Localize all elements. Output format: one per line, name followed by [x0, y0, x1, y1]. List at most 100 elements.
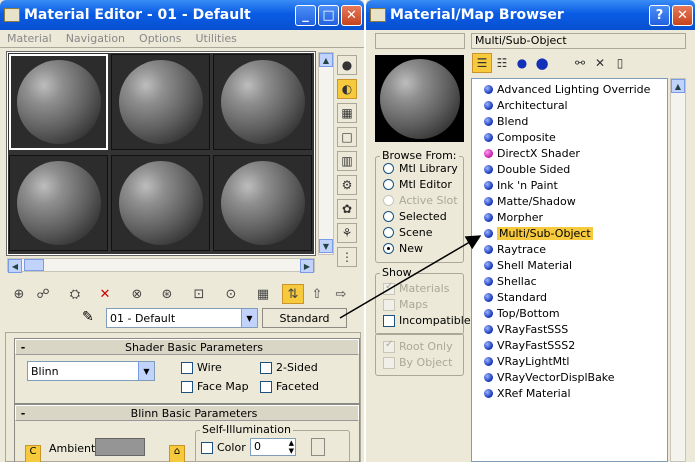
- show-end-result-icon[interactable]: ⇅: [282, 284, 304, 304]
- material-type-button[interactable]: Standard: [262, 308, 347, 328]
- list-item[interactable]: Standard: [472, 289, 667, 305]
- faceted-checkbox[interactable]: Faceted: [260, 380, 319, 393]
- delete-from-library-icon[interactable]: ✕: [590, 53, 610, 73]
- sample-slot[interactable]: [213, 155, 312, 251]
- browse-from-radio-mtl-editor[interactable]: Mtl Editor: [383, 178, 452, 191]
- slots-vertical-scrollbar[interactable]: ▲ ▼: [318, 52, 334, 255]
- self-illum-spinner[interactable]: 0 ▲ ▼: [250, 438, 296, 456]
- list-item[interactable]: Double Sided: [472, 161, 667, 177]
- close-icon[interactable]: ✕: [341, 4, 362, 26]
- make-unique-icon[interactable]: ⊛: [156, 284, 178, 304]
- scroll-up-icon[interactable]: ▲: [671, 79, 685, 93]
- go-forward-to-sibling-icon[interactable]: ⇨: [330, 284, 352, 304]
- menu-item-material[interactable]: Material: [7, 32, 52, 45]
- self-illum-map-button[interactable]: [311, 438, 325, 456]
- show-map-in-viewport-icon[interactable]: ▦: [252, 284, 274, 304]
- sample-slot[interactable]: [9, 155, 108, 251]
- put-to-scene-icon[interactable]: ☍: [32, 284, 54, 304]
- minimize-icon[interactable]: _: [295, 4, 316, 26]
- pick-material-eyedropper-icon[interactable]: ✎: [82, 309, 94, 325]
- lock-ambient-icon[interactable]: C: [25, 445, 41, 462]
- rollout-header[interactable]: - Blinn Basic Parameters: [15, 405, 359, 421]
- view-list-icons-icon[interactable]: ☷: [492, 53, 512, 73]
- two-sided-checkbox[interactable]: 2-Sided: [260, 361, 318, 374]
- assign-material-icon[interactable]: ⛭: [64, 284, 86, 304]
- rollout-header[interactable]: - Shader Basic Parameters: [15, 339, 359, 355]
- material-effects-channel-icon[interactable]: ⊙: [220, 284, 242, 304]
- lock-icon[interactable]: ⌂: [169, 445, 185, 462]
- list-item[interactable]: Blend: [472, 113, 667, 129]
- help-icon[interactable]: ?: [649, 4, 670, 26]
- scroll-thumb[interactable]: [24, 259, 44, 271]
- make-preview-icon[interactable]: ⚙: [337, 175, 357, 195]
- options-icon[interactable]: ✿: [337, 199, 357, 219]
- list-item[interactable]: VRayFastSSS: [472, 321, 667, 337]
- menu-item-utilities[interactable]: Utilities: [195, 32, 236, 45]
- sample-slot[interactable]: [111, 155, 210, 251]
- make-copy-icon[interactable]: ⊗: [126, 284, 148, 304]
- browse-from-radio-mtl-library[interactable]: Mtl Library: [383, 162, 458, 175]
- browse-from-radio-scene[interactable]: Scene: [383, 226, 433, 239]
- view-list-icon[interactable]: ☰: [472, 53, 492, 73]
- list-item[interactable]: VRayVectorDisplBake: [472, 369, 667, 385]
- show-checkbox-incompatible[interactable]: Incompatible: [383, 314, 471, 327]
- list-item[interactable]: Architectural: [472, 97, 667, 113]
- shader-type-dropdown[interactable]: Blinn ▼: [27, 361, 155, 381]
- list-item[interactable]: VRayFastSSS2: [472, 337, 667, 353]
- collapse-icon[interactable]: -: [16, 341, 30, 354]
- sample-slot[interactable]: [9, 54, 108, 150]
- slots-horizontal-scrollbar[interactable]: ◀ ▶: [7, 258, 315, 273]
- material-map-navigator-icon[interactable]: ⋮: [337, 247, 357, 267]
- browse-from-radio-new[interactable]: New: [383, 242, 423, 255]
- scroll-up-icon[interactable]: ▲: [319, 53, 333, 67]
- collapse-icon[interactable]: -: [16, 407, 30, 420]
- ambient-color-swatch[interactable]: [95, 438, 145, 456]
- sample-type-icon[interactable]: ●: [337, 55, 357, 75]
- scroll-down-icon[interactable]: ▼: [319, 239, 333, 253]
- list-item[interactable]: XRef Material: [472, 385, 667, 401]
- go-to-parent-icon[interactable]: ⇧: [306, 284, 328, 304]
- list-item[interactable]: Morpher: [472, 209, 667, 225]
- scroll-left-icon[interactable]: ◀: [8, 259, 22, 273]
- list-item[interactable]: DirectX Shader: [472, 145, 667, 161]
- select-by-material-icon[interactable]: ⚘: [337, 223, 357, 243]
- close-icon[interactable]: ✕: [672, 4, 693, 26]
- list-item[interactable]: Ink 'n Paint: [472, 177, 667, 193]
- map-browser-titlebar[interactable]: Material/Map Browser ? ✕: [366, 0, 695, 30]
- sample-slot[interactable]: [213, 54, 312, 150]
- background-checker-icon[interactable]: ▦: [337, 103, 357, 123]
- list-item[interactable]: VRayLightMtl: [472, 353, 667, 369]
- scroll-right-icon[interactable]: ▶: [300, 259, 314, 273]
- chevron-down-icon[interactable]: ▼: [138, 362, 154, 380]
- list-item[interactable]: Top/Bottom: [472, 305, 667, 321]
- face-map-checkbox[interactable]: Face Map: [181, 380, 249, 393]
- browser-search-field[interactable]: [375, 33, 465, 49]
- list-item[interactable]: Multi/Sub-Object: [472, 225, 667, 241]
- maximize-icon[interactable]: □: [318, 4, 339, 26]
- clear-library-icon[interactable]: ▯: [610, 53, 630, 73]
- list-item[interactable]: Raytrace: [472, 241, 667, 257]
- list-item[interactable]: Advanced Lighting Override: [472, 81, 667, 97]
- update-scene-materials-icon[interactable]: ⚯: [570, 53, 590, 73]
- wire-checkbox[interactable]: Wire: [181, 361, 222, 374]
- put-to-library-icon[interactable]: ⊡: [188, 284, 210, 304]
- reset-map-icon[interactable]: ✕: [94, 284, 116, 304]
- menu-item-options[interactable]: Options: [139, 32, 181, 45]
- browse-from-radio-selected[interactable]: Selected: [383, 210, 447, 223]
- list-item[interactable]: Matte/Shadow: [472, 193, 667, 209]
- chevron-down-icon[interactable]: ▼: [241, 309, 257, 327]
- video-color-check-icon[interactable]: ▥: [337, 151, 357, 171]
- uv-tiling-icon[interactable]: □: [337, 127, 357, 147]
- list-item[interactable]: Composite: [472, 129, 667, 145]
- self-illum-color-checkbox[interactable]: Color: [201, 441, 246, 454]
- material-editor-titlebar[interactable]: Material Editor - 01 - Default _ □ ✕: [0, 0, 364, 30]
- view-small-icons-icon[interactable]: ●: [512, 53, 532, 73]
- list-item[interactable]: Shell Material: [472, 257, 667, 273]
- sample-slot[interactable]: [111, 54, 210, 150]
- get-material-icon[interactable]: ⊕: [8, 284, 30, 304]
- menu-item-navigation[interactable]: Navigation: [66, 32, 125, 45]
- view-large-icons-icon[interactable]: ●: [532, 53, 552, 73]
- material-name-field[interactable]: 01 - Default ▼: [106, 308, 258, 328]
- list-vertical-scrollbar[interactable]: ▲: [670, 78, 686, 462]
- list-item[interactable]: Shellac: [472, 273, 667, 289]
